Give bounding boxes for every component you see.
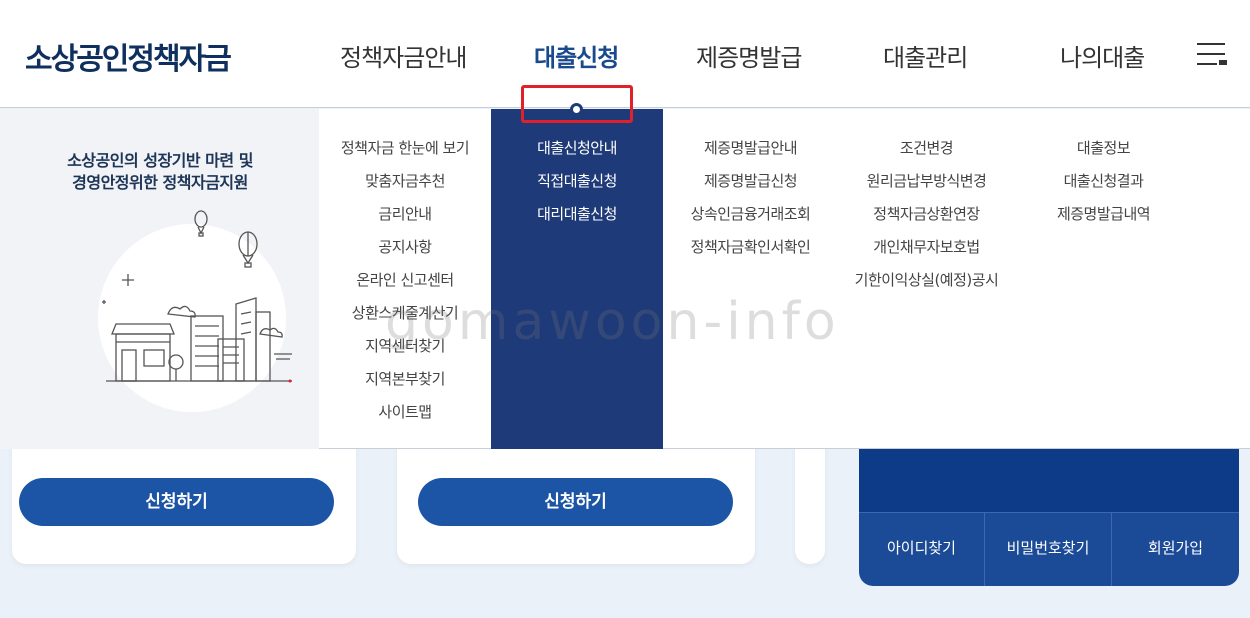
find-id-link[interactable]: 아이디찾기 <box>859 513 985 586</box>
all-menu-icon[interactable] <box>1197 43 1227 67</box>
login-links: 아이디찾기 비밀번호찾기 회원가입 <box>859 512 1239 586</box>
site-header: 소상공인정책자금 정책자금안내 대출신청 제증명발급 대출관리 나의대출 <box>0 0 1250 108</box>
menu-link[interactable]: 제증명발급신청 <box>704 172 798 190</box>
mega-menu: 소상공인의 성장기반 마련 및 경영안정위한 정책자금지원 정책자금 한눈에 보… <box>0 109 1250 449</box>
menu-link[interactable]: 제증명발급내역 <box>1057 205 1151 223</box>
menu-column-my-loan: 대출정보 대출신청결과 제증명발급내역 <box>1015 109 1192 449</box>
menu-item: 공지사항 <box>319 236 491 269</box>
menu-link[interactable]: 정책자금확인서확인 <box>691 238 811 256</box>
menu-item: 기한이익상실(예정)공시 <box>838 269 1015 302</box>
login-panel: 아이디찾기 비밀번호찾기 회원가입 <box>859 430 1239 586</box>
site-logo[interactable]: 소상공인정책자금 <box>25 34 232 78</box>
menu-item: 대출정보 <box>1015 137 1192 170</box>
menu-item: 정책자금상환연장 <box>838 203 1015 236</box>
signup-link[interactable]: 회원가입 <box>1112 513 1239 586</box>
menu-link[interactable]: 지역본부찾기 <box>365 370 445 388</box>
menu-link[interactable]: 개인채무자보호법 <box>873 238 980 256</box>
apply-button[interactable]: 신청하기 <box>19 478 334 526</box>
menu-link[interactable]: 정책자금 한눈에 보기 <box>341 139 470 157</box>
nav-loan-application[interactable]: 대출신청 <box>534 38 619 73</box>
menu-item: 대출신청안내 <box>491 137 663 170</box>
menu-item: 금리안내 <box>319 203 491 236</box>
menu-link-loan-guide[interactable]: 대출신청안내 <box>537 139 617 157</box>
nav-my-loan[interactable]: 나의대출 <box>1060 38 1145 73</box>
menu-column-guide: 정책자금 한눈에 보기 맞춤자금추천 금리안내 공지사항 온라인 신고센터 상환… <box>319 109 491 449</box>
menu-item: 조건변경 <box>838 137 1015 170</box>
menu-link[interactable]: 원리금납부방식변경 <box>867 172 987 190</box>
service-card <box>795 430 825 564</box>
menu-link[interactable]: 조건변경 <box>900 139 954 157</box>
menu-item: 대리대출신청 <box>491 203 663 236</box>
menu-item: 정책자금확인서확인 <box>663 236 838 269</box>
menu-item: 상속인금융거래조회 <box>663 203 838 236</box>
menu-link[interactable]: 제증명발급안내 <box>704 139 798 157</box>
watermark: gomawoon-info <box>385 292 840 352</box>
menu-item: 대출신청결과 <box>1015 170 1192 203</box>
promo-text: 소상공인의 성장기반 마련 및 경영안정위한 정책자금지원 <box>0 150 355 194</box>
menu-link[interactable]: 사이트맵 <box>378 403 432 421</box>
menu-column-loan-application: 대출신청안내 직접대출신청 대리대출신청 <box>491 109 663 449</box>
menu-link[interactable]: 대출정보 <box>1077 139 1131 157</box>
menu-column-loan-management: 조건변경 원리금납부방식변경 정책자금상환연장 개인채무자보호법 기한이익상실(… <box>838 109 1015 449</box>
menu-item: 지역본부찾기 <box>319 368 491 401</box>
menu-link[interactable]: 공지사항 <box>378 238 432 256</box>
menu-item: 원리금납부방식변경 <box>838 170 1015 203</box>
menu-link[interactable]: 정책자금상환연장 <box>873 205 980 223</box>
menu-item: 직접대출신청 <box>491 170 663 203</box>
menu-link[interactable]: 금리안내 <box>378 205 432 223</box>
menu-column-certificates: 제증명발급안내 제증명발급신청 상속인금융거래조회 정책자금확인서확인 <box>663 109 838 449</box>
promo-line-2: 경영안정위한 정책자금지원 <box>72 173 248 192</box>
menu-link[interactable]: 상속인금융거래조회 <box>691 205 811 223</box>
promo-line-1: 소상공인의 성장기반 마련 및 <box>67 151 253 170</box>
nav-policy-fund-guide[interactable]: 정책자금안내 <box>340 38 467 73</box>
menu-item: 정책자금 한눈에 보기 <box>319 137 491 170</box>
active-menu-indicator <box>570 103 583 116</box>
menu-link[interactable]: 대출신청결과 <box>1064 172 1144 190</box>
menu-item: 맞춤자금추천 <box>319 170 491 203</box>
menu-link[interactable]: 맞춤자금추천 <box>365 172 445 190</box>
nav-certificate-issuance[interactable]: 제증명발급 <box>696 38 802 73</box>
menu-item: 제증명발급신청 <box>663 170 838 203</box>
promo-panel: 소상공인의 성장기반 마련 및 경영안정위한 정책자금지원 <box>0 109 319 449</box>
find-password-link[interactable]: 비밀번호찾기 <box>985 513 1112 586</box>
apply-button[interactable]: 신청하기 <box>418 478 733 526</box>
nav-loan-management[interactable]: 대출관리 <box>883 38 968 73</box>
menu-item: 제증명발급내역 <box>1015 203 1192 236</box>
menu-link[interactable]: 온라인 신고센터 <box>356 271 454 289</box>
menu-item: 제증명발급안내 <box>663 137 838 170</box>
menu-link-direct-loan[interactable]: 직접대출신청 <box>537 172 617 190</box>
menu-item: 개인채무자보호법 <box>838 236 1015 269</box>
city-illustration-icon <box>102 210 292 383</box>
menu-link-agency-loan[interactable]: 대리대출신청 <box>531 203 623 225</box>
menu-link[interactable]: 기한이익상실(예정)공시 <box>855 271 999 289</box>
menu-item: 사이트맵 <box>319 401 491 434</box>
